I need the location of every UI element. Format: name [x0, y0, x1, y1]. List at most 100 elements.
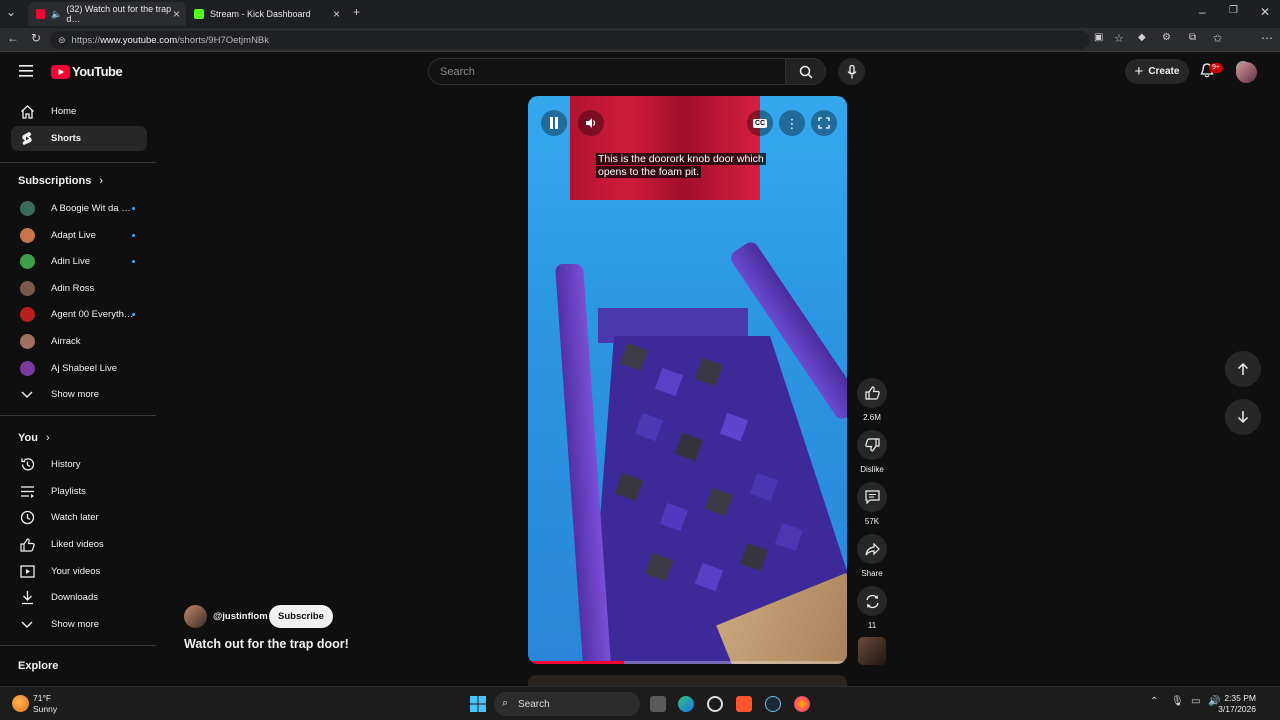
sidebar-item-playlists[interactable]: Playlists	[11, 479, 147, 504]
sidebar-item-history[interactable]: History	[11, 452, 147, 477]
restore-icon[interactable]: ❐	[1229, 5, 1238, 16]
youtube-favicon-icon	[36, 9, 46, 19]
you-heading[interactable]: You ›	[18, 432, 50, 444]
sidebar-item-label: Liked videos	[51, 539, 104, 550]
weather-sun-icon[interactable]	[12, 695, 29, 712]
search-button[interactable]	[786, 58, 826, 85]
reader-icon[interactable]: ▣	[1094, 32, 1103, 43]
site-info-icon[interactable]: ⊜	[58, 35, 66, 46]
video-progress-bar[interactable]	[528, 661, 847, 664]
sidebar-item-downloads[interactable]: Downloads	[11, 585, 147, 610]
pause-icon	[550, 117, 558, 129]
microphone-tray-icon[interactable]: 🎙	[1171, 696, 1184, 707]
channel-avatar	[19, 307, 35, 322]
browser-tab-bar: ⌄ 🔈 (32) Watch out for the trap d… × Str…	[0, 0, 1280, 28]
arrow-down-icon	[1237, 411, 1249, 424]
subscribe-button[interactable]: Subscribe	[269, 605, 333, 628]
settings-gear-icon[interactable]	[707, 696, 723, 712]
sidebar-item-liked-videos[interactable]: Liked videos	[11, 532, 147, 557]
new-tab-button[interactable]: +	[353, 5, 360, 19]
minimize-icon[interactable]: –	[1199, 5, 1206, 19]
sidebar-item-watch-later[interactable]: Watch later	[11, 505, 147, 530]
voice-search-button[interactable]	[838, 58, 865, 85]
subscription-item[interactable]: Agent 00 Everyth…	[11, 302, 147, 327]
youtube-logo[interactable]: YouTube	[51, 64, 123, 79]
channel-avatar	[19, 281, 35, 296]
shorts-video-player[interactable]: CC ⋮ This is the doorork knob door which…	[528, 96, 847, 664]
extension-icon[interactable]: ◆	[1138, 32, 1146, 43]
subscription-label: Agent 00 Everyth…	[51, 309, 134, 320]
show-more-subscriptions[interactable]: Show more	[11, 382, 147, 407]
window-close-icon[interactable]: ✕	[1260, 5, 1270, 19]
previous-short-button[interactable]	[1225, 351, 1261, 387]
windows-start-icon[interactable]	[470, 696, 486, 717]
close-tab-icon[interactable]: ×	[333, 7, 340, 21]
extensions-puzzle-icon[interactable]: ⚙	[1162, 32, 1171, 43]
split-screen-icon[interactable]: ⧉	[1189, 32, 1196, 43]
like-count: 2.6M	[863, 413, 881, 422]
channel-name[interactable]: @justinflom	[213, 611, 268, 622]
search-input[interactable]: Search	[428, 58, 786, 85]
speaker-icon: 🔈	[51, 8, 63, 19]
captions-button[interactable]: CC	[747, 110, 773, 136]
chevron-up-icon[interactable]: ⌃	[1150, 696, 1158, 707]
show-more-you[interactable]: Show more	[11, 612, 147, 637]
create-button[interactable]: + Create	[1125, 59, 1189, 84]
subscription-item[interactable]: Adapt Live	[11, 223, 147, 248]
create-label: Create	[1148, 66, 1180, 77]
subscription-item[interactable]: A Boogie Wit da …	[11, 196, 147, 221]
taskbar-search[interactable]: ⌕ Search	[494, 692, 640, 716]
edge-browser-icon[interactable]	[678, 696, 694, 712]
favorite-star-icon[interactable]: ☆	[1114, 32, 1124, 45]
next-short-preview[interactable]	[528, 675, 847, 686]
subscription-item[interactable]: Airrack	[11, 329, 147, 354]
weather-widget[interactable]: 71°F Sunny	[33, 693, 57, 715]
pause-button[interactable]	[541, 110, 567, 136]
like-button[interactable]	[857, 378, 887, 408]
more-menu-icon[interactable]: ⋯	[1261, 31, 1273, 45]
dislike-button[interactable]	[857, 430, 887, 460]
live-dot-icon	[132, 260, 135, 263]
tab-youtube[interactable]: 🔈 (32) Watch out for the trap d… ×	[28, 2, 186, 26]
thumb-up-icon	[18, 537, 36, 552]
tab-kick[interactable]: Stream - Kick Dashboard ×	[186, 2, 346, 26]
firefox-icon[interactable]	[794, 696, 810, 712]
sidebar-item-your-videos[interactable]: Your videos	[11, 559, 147, 584]
divider	[0, 645, 156, 646]
sidebar-item-shorts[interactable]: Shorts	[11, 126, 147, 151]
subscription-item[interactable]: Adin Live	[11, 249, 147, 274]
steam-icon[interactable]	[765, 696, 781, 712]
audio-source-thumbnail[interactable]	[858, 637, 886, 665]
subscriptions-heading[interactable]: Subscriptions ›	[18, 175, 103, 187]
system-clock[interactable]: 2:35 PM 3/17/2026	[1218, 693, 1256, 715]
sidebar-item-home[interactable]: Home	[11, 99, 147, 124]
favorites-icon[interactable]: ✩	[1213, 32, 1222, 45]
more-options-button[interactable]: ⋮	[779, 110, 805, 136]
refresh-icon[interactable]: ↻	[31, 31, 41, 45]
fullscreen-button[interactable]	[811, 110, 837, 136]
back-icon[interactable]: ←	[7, 31, 19, 45]
channel-avatar[interactable]	[184, 605, 207, 628]
download-icon	[18, 590, 36, 605]
volume-button[interactable]	[578, 110, 604, 136]
network-icon[interactable]: ▭	[1191, 696, 1200, 707]
task-view-icon[interactable]	[650, 696, 666, 712]
close-tab-icon[interactable]: ×	[173, 7, 180, 21]
comments-button[interactable]	[857, 482, 887, 512]
address-bar-row: ← ↻ ⊜ https://www.youtube.com/shorts/9H7…	[0, 28, 1280, 75]
remix-button[interactable]	[857, 586, 887, 616]
chevron-right-icon: ›	[45, 432, 50, 444]
share-button[interactable]	[857, 534, 887, 564]
subscription-label: Adin Ross	[51, 283, 95, 294]
url-field[interactable]: ⊜ https://www.youtube.com/shorts/9H7Oetj…	[50, 31, 1090, 49]
subscription-item[interactable]: Aj Shabeel Live	[11, 356, 147, 381]
tab-list-icon[interactable]: ⌄	[6, 5, 16, 19]
video-title: Watch out for the trap door!	[184, 637, 349, 651]
live-dot-icon	[132, 234, 135, 237]
brave-browser-icon[interactable]	[736, 696, 752, 712]
next-short-button[interactable]	[1225, 399, 1261, 435]
account-avatar[interactable]	[1236, 62, 1257, 83]
subscription-item[interactable]: Adin Ross	[11, 276, 147, 301]
hamburger-menu-icon[interactable]	[19, 64, 33, 82]
channel-avatar	[19, 228, 35, 243]
